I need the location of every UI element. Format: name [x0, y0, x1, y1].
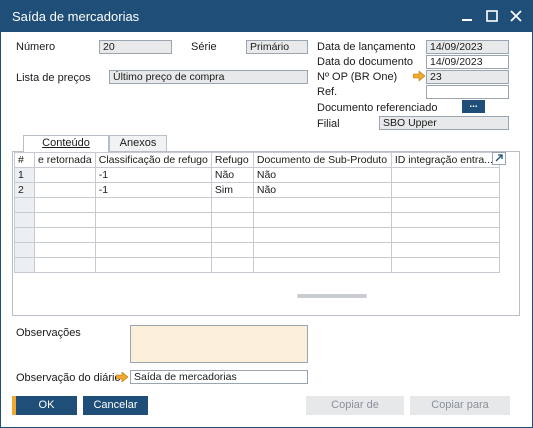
maximize-icon[interactable] [483, 7, 501, 25]
table-row[interactable] [14, 212, 500, 228]
table-cell[interactable] [252, 257, 392, 273]
table-row[interactable] [14, 227, 500, 243]
column-header-refugo[interactable]: Refugo [210, 152, 254, 168]
table-cell[interactable] [252, 227, 392, 243]
table-cell[interactable] [252, 212, 392, 228]
table-cell[interactable]: -1 [94, 182, 212, 198]
lista-precos-field[interactable]: Último preço de compra [109, 70, 308, 84]
minimize-icon[interactable] [458, 7, 476, 25]
expand-arrow-icon[interactable] [492, 152, 506, 165]
table-cell[interactable] [390, 257, 500, 273]
grid-horizontal-scrollbar[interactable] [297, 294, 367, 298]
table-cell[interactable] [34, 197, 96, 213]
table-row[interactable] [14, 242, 500, 258]
lista-precos-label: Lista de preços [16, 72, 91, 84]
table-cell[interactable] [34, 242, 96, 258]
table-cell[interactable] [390, 197, 500, 213]
table-row[interactable] [14, 257, 500, 273]
ref-field[interactable] [426, 85, 509, 99]
nop-label: Nº OP (BR One) [317, 71, 398, 83]
table-cell[interactable]: -1 [94, 167, 212, 183]
row-number-cell[interactable] [14, 212, 35, 228]
filial-label: Filial [317, 118, 340, 130]
table-row[interactable]: 2 -1 Sim Não [14, 182, 500, 198]
tab-conteudo-label: Conteúdo [42, 137, 90, 149]
data-documento-label: Data do documento [317, 56, 414, 68]
table-cell[interactable] [34, 182, 96, 198]
table-cell[interactable] [34, 167, 96, 183]
data-documento-field[interactable]: 14/09/2023 [426, 55, 509, 69]
row-number-cell[interactable] [14, 242, 35, 258]
copy-from-button[interactable]: Copiar de [306, 396, 404, 415]
table-cell[interactable] [94, 227, 212, 243]
observacao-diario-field[interactable]: Saída de mercadorias [130, 370, 308, 384]
ok-button[interactable]: OK [12, 396, 77, 415]
row-number-cell[interactable] [14, 197, 35, 213]
tab-conteudo[interactable]: Conteúdo [23, 135, 109, 152]
table-cell[interactable]: Sim [210, 182, 254, 198]
doc-ref-label: Documento referenciado [317, 102, 438, 114]
table-cell[interactable] [390, 242, 500, 258]
column-header-quantidade-retornada[interactable]: e retornada [34, 152, 96, 168]
items-grid[interactable]: # e retornada Classificação de refugo Re… [14, 152, 500, 273]
column-header-documento-sub-produto[interactable]: Documento de Sub-Produto [252, 152, 392, 168]
row-number-cell[interactable] [14, 257, 35, 273]
close-icon[interactable] [507, 7, 525, 25]
table-cell[interactable] [94, 257, 212, 273]
grid-header-row: # e retornada Classificação de refugo Re… [14, 152, 500, 168]
table-cell[interactable]: Não [210, 167, 254, 183]
table-cell[interactable] [252, 197, 392, 213]
column-header-row-number[interactable]: # [14, 152, 35, 168]
observacoes-label: Observações [16, 327, 81, 339]
table-cell[interactable] [210, 227, 254, 243]
table-cell[interactable] [34, 257, 96, 273]
nop-field[interactable]: 23 [426, 70, 509, 84]
orange-right-arrow-icon[interactable] [413, 71, 425, 81]
cancel-button[interactable]: Cancelar [83, 396, 148, 415]
table-cell[interactable] [390, 212, 500, 228]
table-cell[interactable] [210, 212, 254, 228]
ref-label: Ref. [317, 86, 338, 98]
serie-label: Série [191, 41, 217, 53]
tab-anexos-label: Anexos [119, 137, 157, 149]
row-number-cell[interactable]: 1 [14, 167, 35, 183]
table-cell[interactable] [390, 167, 500, 183]
row-number-cell[interactable]: 2 [14, 182, 35, 198]
table-cell[interactable] [94, 242, 212, 258]
window-titlebar: Saída de mercadorias [0, 0, 533, 32]
table-cell[interactable] [94, 197, 212, 213]
table-cell[interactable]: Não [252, 167, 392, 183]
observacao-diario-label: Observação do diário [16, 372, 121, 384]
column-header-classificacao-refugo[interactable]: Classificação de refugo [94, 152, 212, 168]
numero-label: Número [16, 41, 56, 53]
table-cell[interactable] [252, 242, 392, 258]
table-cell[interactable] [210, 197, 254, 213]
table-row[interactable]: 1 -1 Não Não [14, 167, 500, 183]
copy-to-button[interactable]: Copiar para [410, 396, 510, 415]
window-title: Saída de mercadorias [12, 9, 140, 24]
filial-field[interactable]: SBO Upper [379, 116, 509, 130]
column-header-id-integracao[interactable]: ID integração entra... [390, 152, 500, 168]
doc-ref-browse-button[interactable]: ... [462, 100, 485, 113]
data-lancamento-label: Data de lançamento [317, 41, 416, 53]
numero-field[interactable]: 20 [99, 40, 172, 54]
serie-field[interactable]: Primário [246, 40, 308, 54]
data-lancamento-field[interactable]: 14/09/2023 [426, 40, 509, 54]
tab-anexos[interactable]: Anexos [109, 135, 167, 151]
observacoes-textarea[interactable] [130, 325, 308, 363]
table-cell[interactable] [210, 242, 254, 258]
row-number-cell[interactable] [14, 227, 35, 243]
table-cell[interactable] [210, 257, 254, 273]
table-cell[interactable] [34, 212, 96, 228]
table-cell[interactable] [390, 182, 500, 198]
table-cell[interactable] [390, 227, 500, 243]
table-cell[interactable] [34, 227, 96, 243]
table-cell[interactable] [94, 212, 212, 228]
table-cell[interactable]: Não [252, 182, 392, 198]
table-row[interactable] [14, 197, 500, 213]
orange-right-arrow-icon[interactable] [116, 372, 128, 382]
